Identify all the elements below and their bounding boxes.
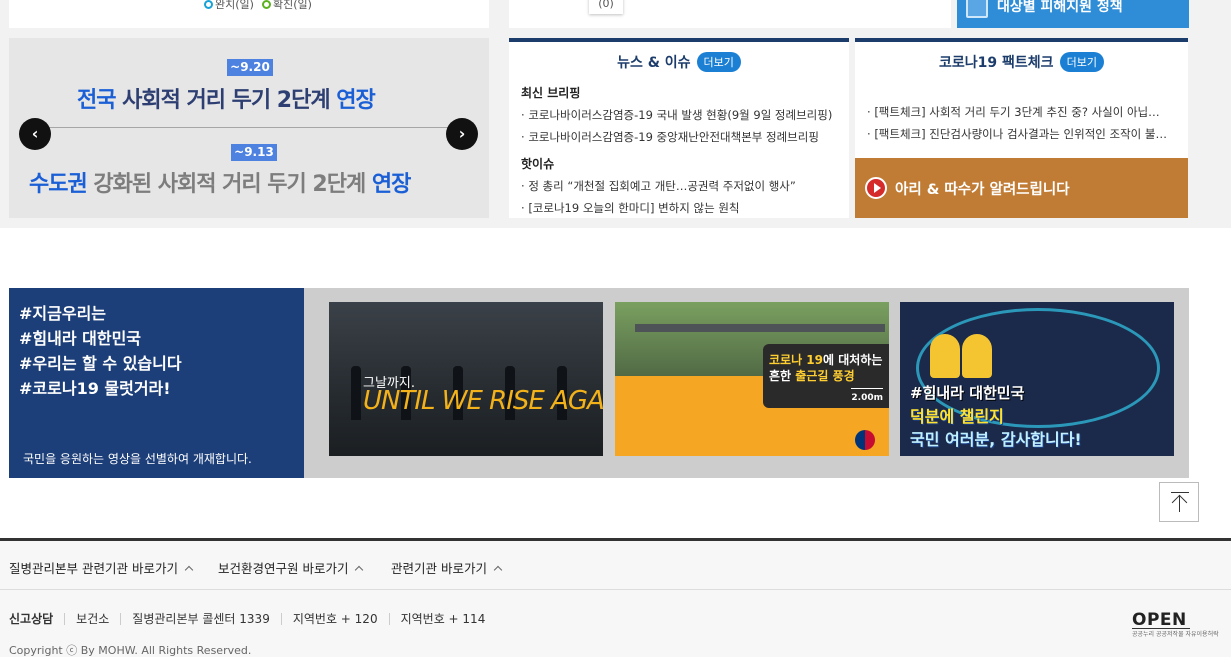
- news-issue-box: 뉴스 & 이슈더보기 최신 브리핑 코로나바이러스감염증-19 국내 발생 현황…: [509, 38, 849, 218]
- contact-120[interactable]: 지역번호 + 120: [280, 613, 389, 625]
- hashtag: #지금우리는: [19, 304, 107, 323]
- banner-line-2: 수도권 강화된 사회적 거리 두기 2단계 연장: [29, 172, 411, 197]
- contact-health-center[interactable]: 보건소: [64, 613, 120, 625]
- related-link-agencies[interactable]: 관련기관 바로가기: [391, 558, 503, 577]
- banner-line-1: 전국 사회적 거리 두기 2단계 연장: [77, 88, 376, 113]
- back-to-top-button[interactable]: [1159, 482, 1199, 522]
- date-tag: ~9.13: [231, 144, 277, 161]
- next-slide-button[interactable]: ›: [446, 118, 478, 150]
- prev-slide-button[interactable]: ‹: [19, 118, 51, 150]
- contact-links: 신고상담 보건소 질병관리본부 콜센터 1339 지역번호 + 120 지역번호 + 1…: [9, 612, 496, 626]
- related-link-kcdc[interactable]: 질병관리본부 관련기관 바로가기: [9, 558, 194, 577]
- thumb-subtitle: 덕분에 챌린지: [910, 407, 1004, 426]
- video-intro: #지금우리는 #힘내라 대한민국 #우리는 할 수 있습니다 #코로나19 물럿…: [9, 288, 304, 478]
- ari-video-banner[interactable]: 아리 & 따수가 알려드립니다: [855, 158, 1188, 218]
- fact-check-box: 코로나19 팩트체크더보기 [팩트체크] 사회적 거리 두기 3단계 추진 중?…: [855, 38, 1188, 218]
- government-logo-icon: [855, 430, 875, 450]
- video-description: 국민을 응원하는 영상을 선별하여 개재합니다.: [23, 452, 252, 466]
- fact-title: 코로나19 팩트체크 더보기: [855, 52, 1188, 72]
- chevron-up-icon: [493, 565, 503, 575]
- date-tag: ~9.20: [227, 59, 273, 76]
- video-thumbnail-2[interactable]: 코로나 19에 대처하는 흔한 출근길 풍경 2.00m: [615, 302, 889, 456]
- ring-icon: [261, 0, 271, 9]
- chevron-up-icon: [184, 565, 194, 575]
- list-item[interactable]: [팩트체크] 진단검사량이나 검사결과는 인위적인 조작이 불가능합니다: [867, 126, 1167, 142]
- chevron-up-icon: [355, 565, 364, 575]
- related-link-health-env[interactable]: 보건환경연구원 바로가기: [218, 558, 364, 577]
- news-more-button[interactable]: 더보기: [696, 52, 741, 72]
- footer-info: 신고상담 보건소 질병관리본부 콜센터 1339 지역번호 + 120 지역번호 + 1…: [0, 590, 1231, 657]
- legend-recovered: 완치(일): [204, 0, 254, 12]
- video-thumbnail-3[interactable]: #힘내라 대한민국 덕분에 챌린지 국민 여러분, 감사합니다!: [900, 302, 1174, 456]
- hashtag: #코로나19 물럿거라!: [19, 379, 171, 398]
- video-section: #지금우리는 #힘내라 대한민국 #우리는 할 수 있습니다 #코로나19 물럿…: [9, 288, 1189, 478]
- hashtag: #힘내라 대한민국: [19, 329, 142, 348]
- thumb-title: #힘내라 대한민국: [910, 384, 1025, 402]
- person-icon: [930, 334, 960, 378]
- list-item[interactable]: [코로나19 오늘의 한마디] 변하지 않는 원칙: [521, 200, 841, 216]
- thumb-title: UNTIL WE RISE AGAIN: [363, 386, 603, 416]
- ari-banner-label: 아리 & 따수가 알려드립니다: [895, 182, 1070, 198]
- contact-report: 신고상담: [9, 612, 54, 626]
- hashtag: #우리는 할 수 있습니다: [19, 354, 182, 373]
- chart-legend: 완치(일) 확진(일): [204, 0, 312, 12]
- person-silhouette: [351, 366, 361, 420]
- top-section: 완치(일) 확진(일) (0) 대상별 피해지원 정책 ~9.20 전국 사회적…: [0, 0, 1231, 228]
- list-item[interactable]: 코로나바이러스감염증-19 중앙재난안전대책본부 정례브리핑: [521, 129, 841, 145]
- open-license-logo: OPEN 공공누리 공공저작물 자유이용허락: [1132, 610, 1219, 638]
- video-thumbnail-1[interactable]: 그날까지. UNTIL WE RISE AGAIN: [329, 302, 603, 456]
- person-icon: [962, 334, 992, 378]
- distance-label: 2.00m: [851, 388, 883, 406]
- bus-stop-roof: [635, 324, 885, 332]
- thumb-caption: 국민 여러분, 감사합니다!: [910, 430, 1082, 449]
- banner-slider[interactable]: ~9.20 전국 사회적 거리 두기 2단계 연장 ~9.13 수도권 강화된 …: [9, 38, 489, 218]
- status-panel: 완치(일) 확진(일): [9, 0, 489, 28]
- briefing-heading: 최신 브리핑: [521, 86, 581, 100]
- document-icon: [966, 0, 988, 18]
- contact-114[interactable]: 지역번호 + 114: [388, 613, 497, 625]
- news-title: 뉴스 & 이슈 더보기: [509, 52, 849, 72]
- list-item[interactable]: 정 총리 “개천절 집회예고 개탄…공권력 주저없이 행사”: [521, 178, 841, 194]
- play-icon: [865, 177, 887, 199]
- support-policy-label: 대상별 피해지원 정책: [997, 0, 1123, 15]
- fact-more-button[interactable]: 더보기: [1059, 52, 1104, 72]
- copyright: Copyright ⓒ By MOHW. All Rights Reserved…: [9, 644, 252, 657]
- count-badge: (0): [589, 0, 623, 14]
- legend-confirmed: 확진(일): [261, 0, 312, 12]
- contact-call-center[interactable]: 질병관리본부 콜센터 1339: [120, 613, 281, 625]
- hot-issue-heading: 핫이슈: [521, 157, 555, 171]
- list-item[interactable]: [팩트체크] 사회적 거리 두기 3단계 추진 중? 사실이 아닙니다: [867, 104, 1167, 120]
- list-item[interactable]: 코로나바이러스감염증-19 국내 발생 현황(9월 9일 정례브리핑): [521, 107, 841, 123]
- divider: [49, 127, 449, 128]
- ring-icon: [204, 0, 213, 9]
- support-policy-link[interactable]: 대상별 피해지원 정책: [957, 0, 1189, 28]
- footer-related-links: 질병관리본부 관련기관 바로가기 보건환경연구원 바로가기 관련기관 바로가기: [0, 538, 1231, 590]
- count-panel: (0): [509, 0, 951, 28]
- thumb-title-panel: 코로나 19에 대처하는 흔한 출근길 풍경 2.00m: [763, 344, 889, 408]
